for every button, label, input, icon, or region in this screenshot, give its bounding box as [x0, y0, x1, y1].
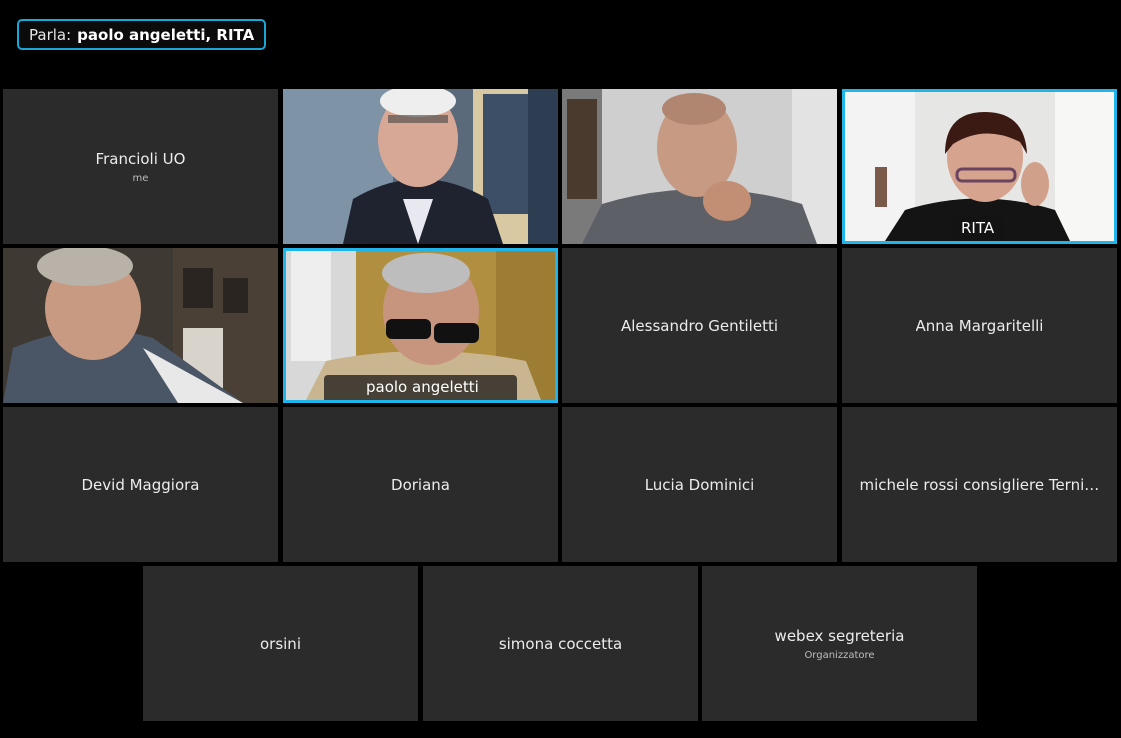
participant-video [283, 89, 558, 244]
participant-tile-simona-coccetta[interactable]: simona coccetta [423, 566, 698, 721]
participant-name: Francioli UO [95, 149, 186, 168]
participant-name: Anna Margaritelli [915, 316, 1044, 335]
participant-tile-doriana[interactable]: Doriana [283, 407, 558, 562]
participant-tile-orsini[interactable]: orsini [143, 566, 418, 721]
participant-name-label: paolo angeletti [324, 375, 517, 400]
participant-name: Alessandro Gentiletti [620, 316, 779, 335]
participant-tile-anna-margaritelli[interactable]: Anna Margaritelli [842, 248, 1117, 403]
participant-name: webex segreteria [774, 626, 905, 645]
participant-tile-paolo-angeletti[interactable]: paolo angeletti [283, 248, 558, 403]
participant-video [562, 89, 837, 244]
participant-tile-michele-rossi[interactable]: michele rossi consigliere Terni Ci... [842, 407, 1117, 562]
participant-video [3, 248, 278, 403]
speaking-label: Parla: [29, 25, 72, 44]
participant-name: orsini [259, 634, 301, 653]
participant-role: Organizzatore [804, 649, 875, 661]
participant-video-tile[interactable] [283, 89, 558, 244]
participant-tile-lucia-dominici[interactable]: Lucia Dominici [562, 407, 837, 562]
participant-tile-francioli[interactable]: Francioli UO me [3, 89, 278, 244]
participant-video-tile[interactable] [3, 248, 278, 403]
participant-name: simona coccetta [498, 634, 623, 653]
participant-tile-webex-segreteria[interactable]: webex segreteria Organizzatore [702, 566, 977, 721]
participant-subtitle: me [132, 172, 149, 184]
participant-name: michele rossi consigliere Terni Ci... [859, 475, 1100, 494]
speaking-names: paolo angeletti, RITA [77, 25, 255, 44]
participant-tile-alessandro-gentiletti[interactable]: Alessandro Gentiletti [562, 248, 837, 403]
participant-tile-devid-maggiora[interactable]: Devid Maggiora [3, 407, 278, 562]
participant-name: Doriana [391, 475, 450, 494]
participant-name-label: RITA [951, 216, 1005, 241]
participant-tile-rita[interactable]: RITA [842, 89, 1117, 244]
participant-video-tile[interactable] [562, 89, 837, 244]
participant-name: Devid Maggiora [81, 475, 200, 494]
participant-name: Lucia Dominici [644, 475, 755, 494]
active-speakers-indicator: Parla: paolo angeletti, RITA [17, 19, 267, 50]
